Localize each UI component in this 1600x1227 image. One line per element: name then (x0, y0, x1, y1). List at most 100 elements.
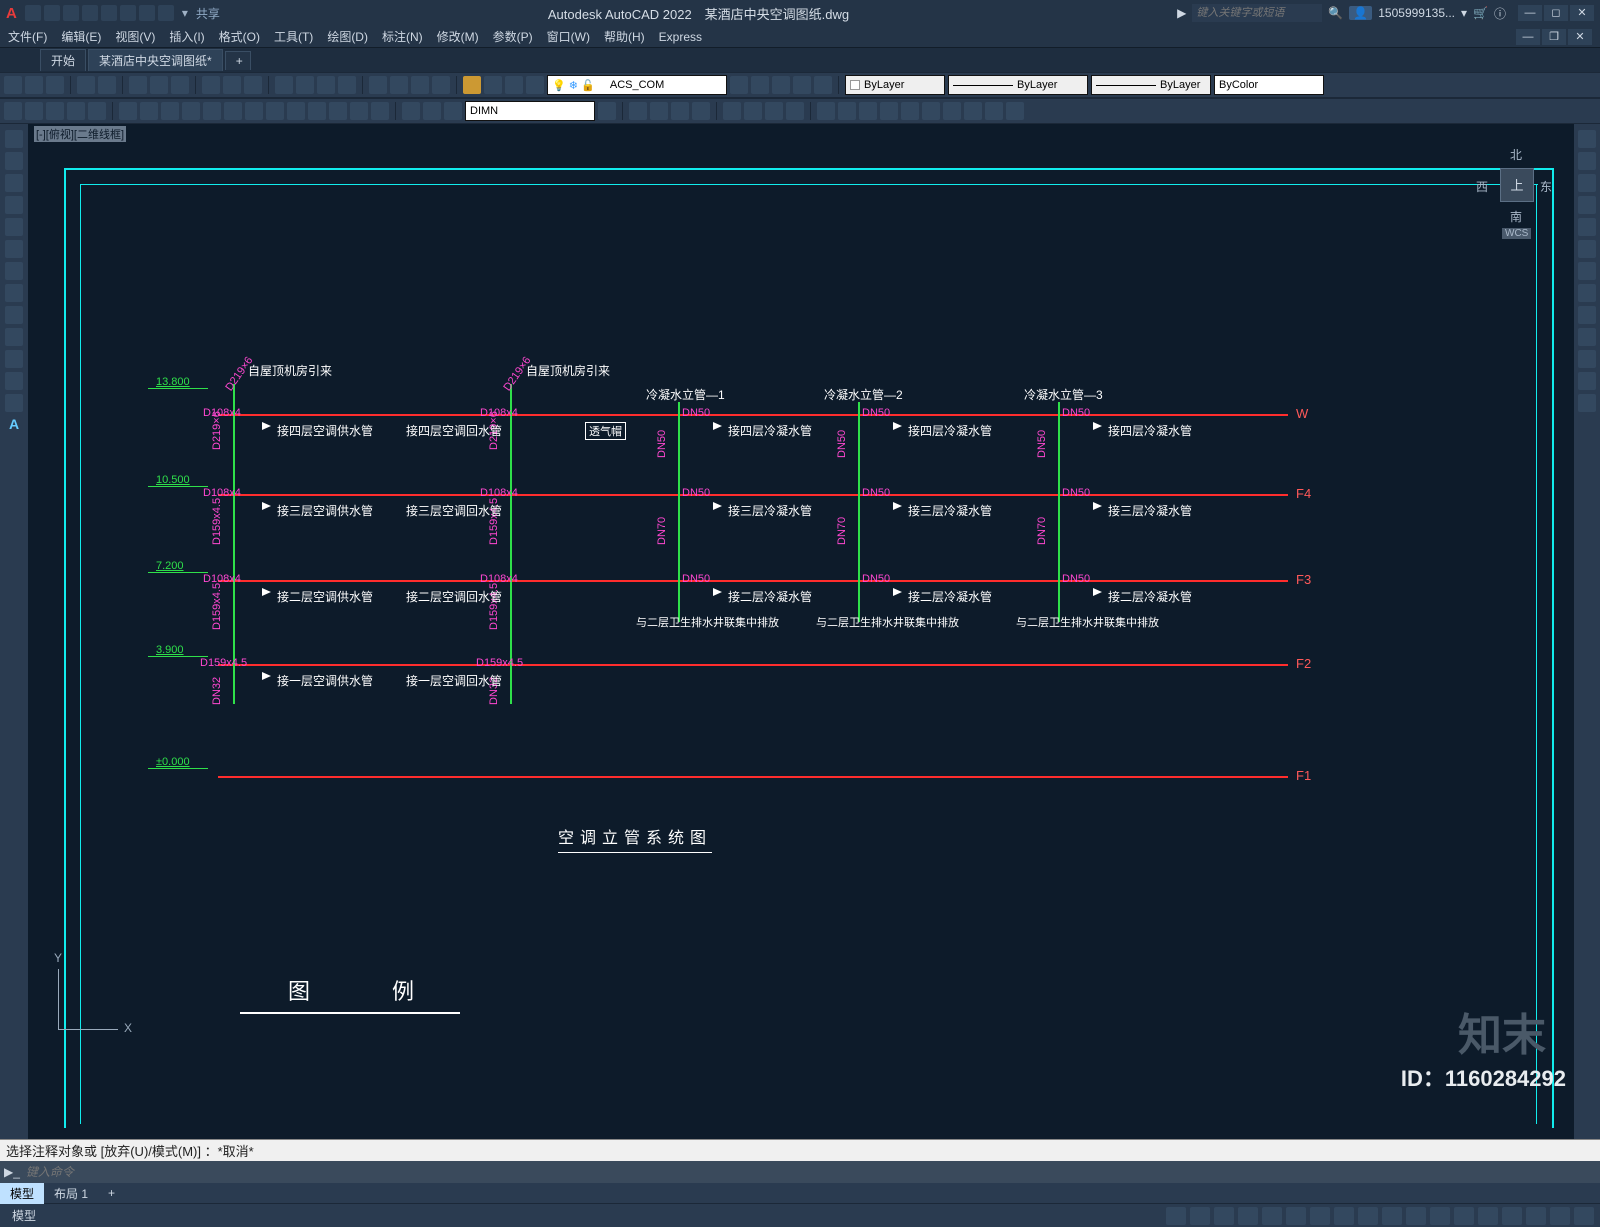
tab-add-layout[interactable]: + (98, 1184, 125, 1202)
sb-snap-icon[interactable] (1190, 1207, 1210, 1225)
tb-layi-icon[interactable] (751, 76, 769, 94)
vt-rect-icon[interactable] (5, 218, 23, 236)
tb-dim5-icon[interactable] (203, 102, 221, 120)
dimstyle-dropdown[interactable]: DIMN (465, 101, 595, 121)
cmd-chevron-icon[interactable]: ▶_ (4, 1165, 20, 1179)
user-avatar-icon[interactable]: 👤 (1349, 6, 1372, 20)
tb-zoom-icon[interactable] (296, 76, 314, 94)
tb-m11-icon[interactable] (859, 102, 877, 120)
tb-mod3-icon[interactable] (444, 102, 462, 120)
plotstyle-dropdown[interactable]: ByColor (1214, 75, 1324, 95)
tb-dim8-icon[interactable] (266, 102, 284, 120)
tb-m1-icon[interactable] (629, 102, 647, 120)
vt-block-icon[interactable] (5, 328, 23, 346)
tb-layf-icon[interactable] (772, 76, 790, 94)
color-dropdown[interactable]: ByLayer (845, 75, 945, 95)
sb-mon-icon[interactable] (1478, 1207, 1498, 1225)
linetype-dropdown[interactable]: ByLayer (948, 75, 1088, 95)
tb-undo2-icon[interactable] (223, 76, 241, 94)
sb-ortho-icon[interactable] (1214, 1207, 1234, 1225)
status-model-label[interactable]: 模型 (6, 1207, 36, 1224)
tb-m4-icon[interactable] (692, 102, 710, 120)
tb-prop-icon[interactable] (369, 76, 387, 94)
vt-mtext-icon[interactable]: A (9, 416, 19, 432)
qat-new-icon[interactable] (25, 5, 41, 21)
tb-dsgn-icon[interactable] (390, 76, 408, 94)
nav-show-icon[interactable] (1578, 240, 1596, 258)
tb-m8-icon[interactable] (786, 102, 804, 120)
menu-edit[interactable]: 编辑(E) (61, 28, 101, 45)
sb-ann-icon[interactable] (1430, 1207, 1450, 1225)
close-button[interactable]: ✕ (1570, 5, 1594, 21)
tb-m6-icon[interactable] (744, 102, 762, 120)
qat-save-icon[interactable] (63, 5, 79, 21)
app-store-icon[interactable]: ▾ (1461, 6, 1467, 20)
viewcube-face[interactable]: 上 (1500, 168, 1534, 202)
tb-circle-icon[interactable] (46, 102, 64, 120)
menu-draw[interactable]: 绘图(D) (327, 28, 368, 45)
sb-iso-icon[interactable] (1502, 1207, 1522, 1225)
tb-open-icon[interactable] (25, 76, 43, 94)
tb-mod1-icon[interactable] (402, 102, 420, 120)
nav-home-icon[interactable] (1578, 152, 1596, 170)
tb-dim10-icon[interactable] (308, 102, 326, 120)
help-search-input[interactable] (1192, 4, 1322, 22)
sb-trans-icon[interactable] (1358, 1207, 1378, 1225)
view-label[interactable]: [-][俯视][二维线框] (34, 126, 126, 142)
tb-m17-icon[interactable] (985, 102, 1003, 120)
tb-paste-icon[interactable] (171, 76, 189, 94)
tb-m16-icon[interactable] (964, 102, 982, 120)
vt-pline-icon[interactable] (5, 152, 23, 170)
maximize-button[interactable]: ◻ (1544, 5, 1568, 21)
command-input[interactable] (26, 1165, 1596, 1179)
sb-dyn-icon[interactable] (1310, 1207, 1330, 1225)
menu-dim[interactable]: 标注(N) (382, 28, 423, 45)
vt-table-icon[interactable] (5, 350, 23, 368)
nav-ex7-icon[interactable] (1578, 394, 1596, 412)
tb-layer1-icon[interactable] (463, 76, 481, 94)
tb-sheet-icon[interactable] (432, 76, 450, 94)
menu-param[interactable]: 参数(P) (493, 28, 533, 45)
tb-pan-icon[interactable] (275, 76, 293, 94)
qat-redo-icon[interactable] (139, 5, 155, 21)
tb-save-icon[interactable] (46, 76, 64, 94)
vt-spline-icon[interactable] (5, 240, 23, 258)
sb-polar-icon[interactable] (1238, 1207, 1258, 1225)
sb-otrack-icon[interactable] (1286, 1207, 1306, 1225)
tb-rect-icon[interactable] (88, 102, 106, 120)
sb-grid-icon[interactable] (1166, 1207, 1186, 1225)
nav-ex1-icon[interactable] (1578, 262, 1596, 280)
sb-cust-icon[interactable] (1574, 1207, 1594, 1225)
menu-view[interactable]: 视图(V) (115, 28, 155, 45)
tb-layer4-icon[interactable] (526, 76, 544, 94)
vt-region-icon[interactable] (5, 372, 23, 390)
doc-minimize-button[interactable]: — (1516, 29, 1540, 45)
qat-undo-icon[interactable] (120, 5, 136, 21)
tab-start[interactable]: 开始 (40, 49, 86, 71)
info-icon[interactable]: ⓘ (1494, 5, 1506, 22)
drawing-canvas[interactable]: [-][俯视][二维线框] W F4 F3 F2 F1 13.800 10.50… (28, 124, 1574, 1139)
minimize-button[interactable]: — (1518, 5, 1542, 21)
menu-file[interactable]: 文件(F) (8, 28, 47, 45)
view-cube[interactable]: 上 北 西 东 南 WCS (1470, 138, 1560, 228)
tb-dim12-icon[interactable] (350, 102, 368, 120)
sb-sc-icon[interactable] (1406, 1207, 1426, 1225)
lineweight-dropdown[interactable]: ByLayer (1091, 75, 1211, 95)
nav-ex2-icon[interactable] (1578, 284, 1596, 302)
tb-m13-icon[interactable] (901, 102, 919, 120)
signin-icon[interactable]: 🔍 (1328, 6, 1343, 20)
menu-insert[interactable]: 插入(I) (169, 28, 204, 45)
tb-layo-icon[interactable] (793, 76, 811, 94)
user-name[interactable]: 1505999135... (1378, 6, 1455, 20)
qat-saveas-icon[interactable] (82, 5, 98, 21)
tb-m3-icon[interactable] (671, 102, 689, 120)
vt-point-icon[interactable] (5, 306, 23, 324)
tb-redo2-icon[interactable] (244, 76, 262, 94)
tb-m5-icon[interactable] (723, 102, 741, 120)
tb-copy-icon[interactable] (150, 76, 168, 94)
tab-document[interactable]: 某酒店中央空调图纸* (88, 49, 223, 71)
nav-full-icon[interactable] (1578, 130, 1596, 148)
nav-orbit-icon[interactable] (1578, 218, 1596, 236)
sb-hw-icon[interactable] (1526, 1207, 1546, 1225)
tb-mod2-icon[interactable] (423, 102, 441, 120)
